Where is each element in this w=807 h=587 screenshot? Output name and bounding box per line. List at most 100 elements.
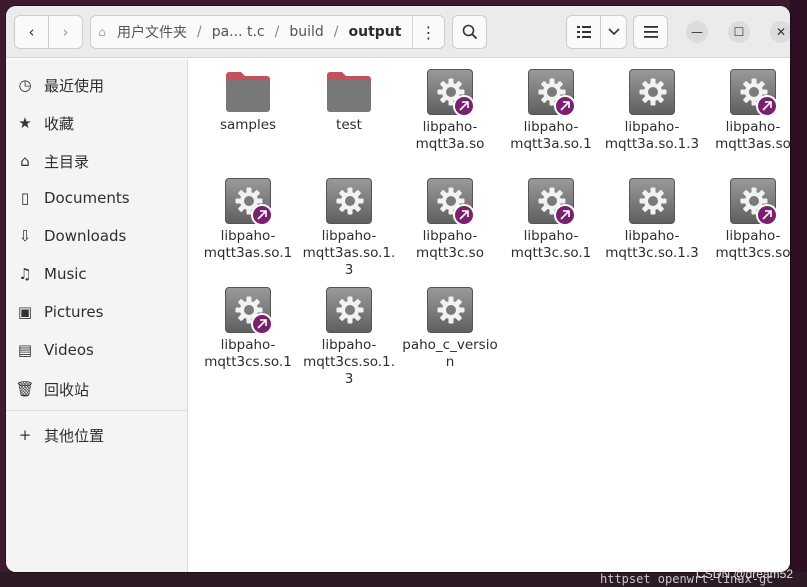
sidebar-item-trash[interactable]: 🗑 回收站 <box>6 371 188 407</box>
file-name-label: libpaho-mqtt3cs.so.1 <box>204 337 292 370</box>
folder-item[interactable]: samples <box>198 69 298 134</box>
sidebar-item-label: Documents <box>44 189 130 207</box>
file-name-label: libpaho-mqtt3as.so.1.3 <box>302 228 396 278</box>
trash-icon: 🗑 <box>15 380 35 398</box>
hamburger-icon <box>643 26 658 38</box>
music-icon: ♫ <box>18 265 32 283</box>
search-icon <box>462 24 477 40</box>
file-name-label: libpaho-mqtt3as.so.1 <box>203 228 293 261</box>
file-item[interactable]: libpaho-mqtt3a.so.1 <box>501 69 601 153</box>
breadcrumb-project[interactable]: pa... t.c <box>208 24 269 40</box>
sidebar-item-label: 收藏 <box>44 114 75 133</box>
document-icon: ▯ <box>20 189 30 207</box>
folder-icon <box>224 69 272 113</box>
download-icon: ⇩ <box>18 227 32 245</box>
main-menu-button[interactable] <box>633 15 668 49</box>
video-icon: ▤ <box>17 341 33 359</box>
file-name-label: test <box>336 117 362 133</box>
executable-file-icon <box>427 287 473 333</box>
sidebar-item-recent[interactable]: ◷ 最近使用 <box>6 67 188 103</box>
file-manager-window: ‹ › ⌂ 用户文件夹 / pa... t.c / build / output… <box>6 6 790 572</box>
file-item[interactable]: libpaho-mqtt3c.so <box>400 178 500 262</box>
picture-icon: ▣ <box>17 303 33 321</box>
symlink-arrow-icon <box>251 313 273 335</box>
executable-file-icon <box>427 69 475 117</box>
file-name-label: libpaho-mqtt3cs.so <box>715 228 790 261</box>
folder-item[interactable]: test <box>299 69 399 134</box>
breadcrumb-home[interactable]: 用户文件夹 <box>113 22 191 42</box>
breadcrumb-current[interactable]: output <box>345 24 406 40</box>
executable-file-icon <box>528 178 576 226</box>
path-home-icon[interactable]: ⌂ <box>91 25 113 39</box>
star-icon: ★ <box>18 114 32 132</box>
maximize-button[interactable]: ☐ <box>728 21 750 43</box>
breadcrumb-build[interactable]: build <box>285 24 327 40</box>
back-button[interactable]: ‹ <box>14 15 49 49</box>
minimize-button[interactable]: — <box>686 21 708 43</box>
minimize-icon: — <box>691 25 703 39</box>
file-name-label: libpaho-mqtt3c.so <box>416 228 484 261</box>
path-bar: ⌂ 用户文件夹 / pa... t.c / build / output ⋮ <box>90 15 445 49</box>
executable-file-icon <box>629 178 675 224</box>
executable-file-icon <box>326 287 372 333</box>
chevron-right-icon: › <box>62 23 69 41</box>
close-icon: ✕ <box>775 25 787 39</box>
file-item[interactable]: libpaho-mqtt3cs.so <box>703 178 790 262</box>
sidebar-item-label: 回收站 <box>44 380 90 399</box>
watermark: CSDN @dream52 <box>696 567 793 581</box>
sidebar-item-downloads[interactable]: ⇩ Downloads <box>6 218 188 254</box>
sidebar-item-home[interactable]: ⌂ 主目录 <box>6 143 188 179</box>
sidebar-item-label: Pictures <box>44 303 104 321</box>
file-item[interactable]: libpaho-mqtt3a.so <box>400 69 500 153</box>
file-item[interactable]: libpaho-mqtt3c.so.1 <box>501 178 601 262</box>
file-item[interactable]: libpaho-mqtt3as.so.1.3 <box>299 178 399 279</box>
sidebar-item-videos[interactable]: ▤ Videos <box>6 332 188 368</box>
file-item[interactable]: libpaho-mqtt3a.so.1.3 <box>602 69 702 153</box>
file-name-label: libpaho-mqtt3a.so.1.3 <box>604 119 700 152</box>
path-menu-button[interactable]: ⋮ <box>412 16 444 48</box>
chevron-down-icon <box>607 28 620 36</box>
file-item[interactable]: libpaho-mqtt3as.so <box>703 69 790 153</box>
executable-file-icon <box>528 69 576 117</box>
forward-button[interactable]: › <box>48 15 83 49</box>
sidebar-item-music[interactable]: ♫ Music <box>6 256 188 292</box>
maximize-icon: ☐ <box>733 25 745 39</box>
file-name-label: libpaho-mqtt3c.so.1.3 <box>605 228 699 261</box>
close-button[interactable]: ✕ <box>770 21 790 43</box>
file-name-label: libpaho-mqtt3a.so <box>415 119 485 152</box>
executable-file-icon <box>225 178 273 226</box>
chevron-left-icon: ‹ <box>28 23 35 41</box>
list-view-icon <box>576 26 591 38</box>
executable-file-icon <box>730 69 778 117</box>
sidebar-item-label: Downloads <box>44 227 127 245</box>
plus-icon: + <box>18 426 32 444</box>
file-item[interactable]: libpaho-mqtt3c.so.1.3 <box>602 178 702 262</box>
file-item[interactable]: paho_c_version <box>400 287 500 371</box>
file-item[interactable]: libpaho-mqtt3as.so.1 <box>198 178 298 262</box>
list-view-button[interactable] <box>566 15 601 49</box>
sidebar-item-starred[interactable]: ★ 收藏 <box>6 105 188 141</box>
breadcrumb-separator: / <box>197 24 202 40</box>
sidebar-item-label: 其他位置 <box>44 426 105 445</box>
file-name-label: libpaho-mqtt3cs.so.1.3 <box>303 337 395 387</box>
symlink-arrow-icon <box>756 204 778 226</box>
breadcrumb-separator: / <box>274 24 280 40</box>
sidebar-divider <box>6 410 188 411</box>
sidebar-item-pictures[interactable]: ▣ Pictures <box>6 294 188 330</box>
sidebar-item-documents[interactable]: ▯ Documents <box>6 180 188 216</box>
file-name-label: samples <box>219 117 277 133</box>
view-options-dropdown[interactable] <box>600 15 627 49</box>
kebab-menu-icon: ⋮ <box>420 22 437 42</box>
sidebar-item-other-locations[interactable]: + 其他位置 <box>6 417 188 453</box>
executable-file-icon <box>427 178 475 226</box>
search-button[interactable] <box>452 15 487 49</box>
file-name-label: libpaho-mqtt3c.so.1 <box>510 228 592 261</box>
file-item[interactable]: libpaho-mqtt3cs.so.1.3 <box>299 287 399 388</box>
clock-icon: ◷ <box>18 76 32 94</box>
folder-icon <box>325 69 373 113</box>
file-item[interactable]: libpaho-mqtt3cs.so.1 <box>198 287 298 371</box>
executable-file-icon <box>225 287 273 335</box>
header-bar: ‹ › ⌂ 用户文件夹 / pa... t.c / build / output… <box>6 6 790 58</box>
file-grid: samples test libpaho-mqtt3a.so libpaho-mqtt… <box>189 59 790 572</box>
breadcrumb-separator: / <box>333 24 339 40</box>
